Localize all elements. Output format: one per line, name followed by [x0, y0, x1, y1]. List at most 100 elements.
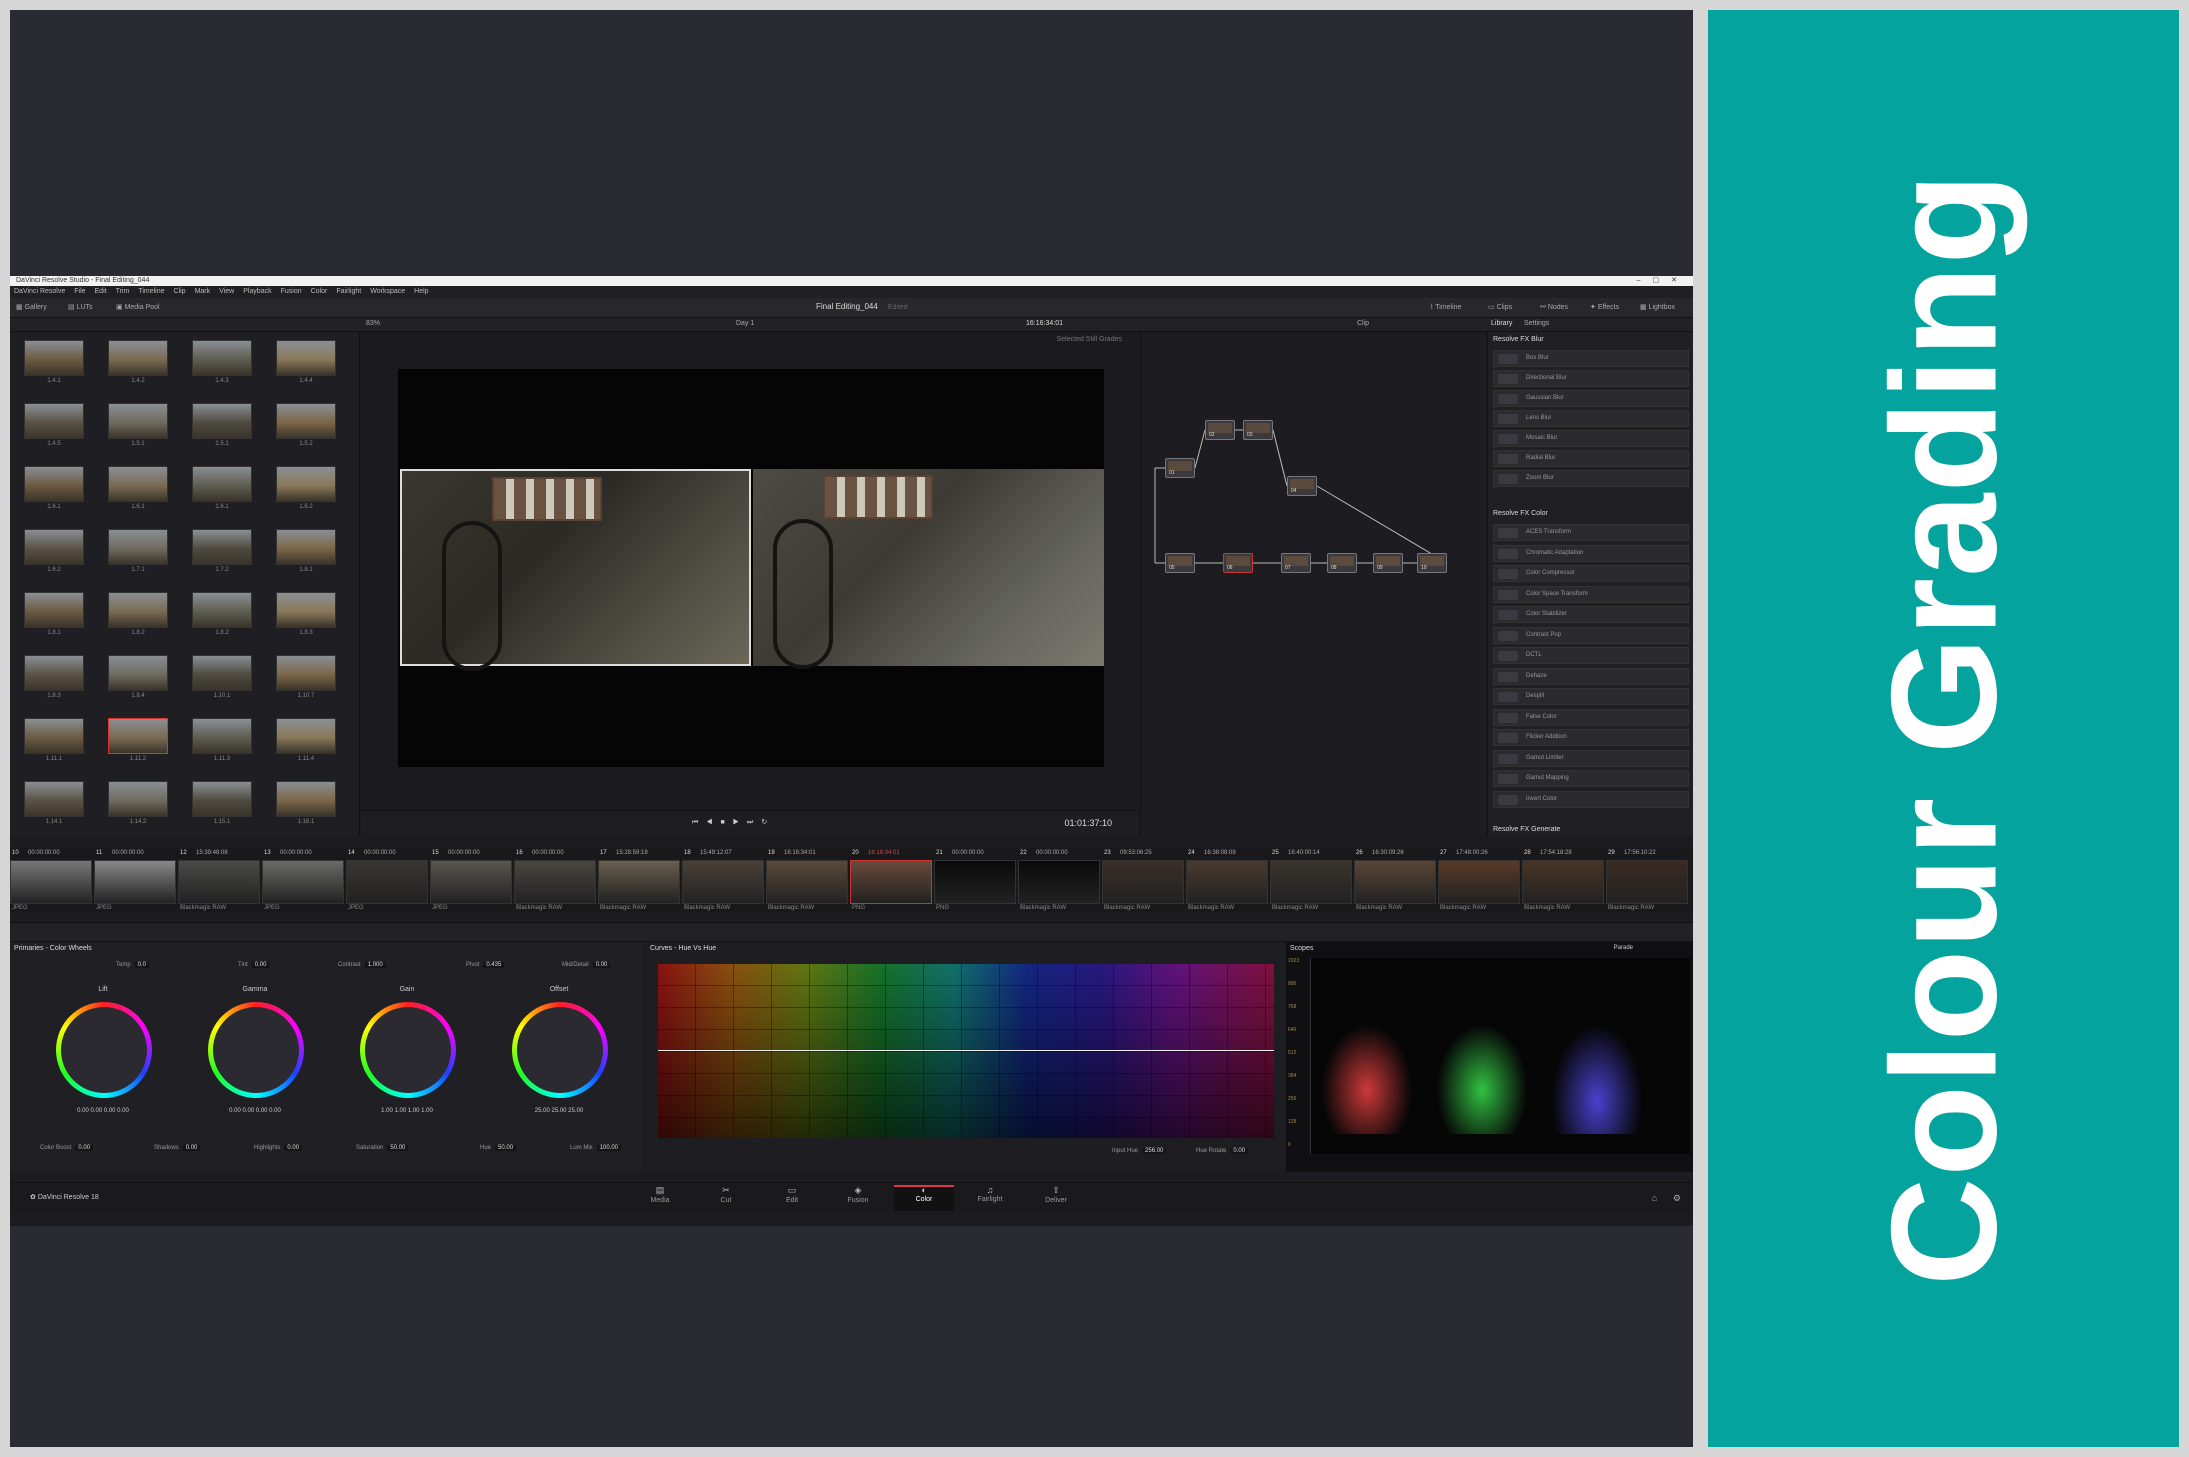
gallery-still[interactable]: [192, 781, 252, 817]
menu-item[interactable]: Edit: [95, 288, 107, 295]
gallery-still[interactable]: [192, 529, 252, 565]
timeline-clip[interactable]: [178, 860, 260, 904]
saturation-param[interactable]: Saturation 50.00: [356, 1145, 409, 1151]
node-06[interactable]: 06: [1223, 553, 1253, 573]
node-03[interactable]: 03: [1243, 420, 1273, 440]
timeline-clip[interactable]: [1018, 860, 1100, 904]
timeline-clip[interactable]: [682, 860, 764, 904]
contrast-param[interactable]: Contrast 1.000: [338, 962, 386, 968]
home-icon[interactable]: ⌂: [1652, 1193, 1657, 1203]
node-05[interactable]: 05: [1165, 553, 1195, 573]
gallery-still[interactable]: [24, 529, 84, 565]
menu-item[interactable]: File: [74, 288, 85, 295]
playback-buttons[interactable]: ⏮◀■▶⏭↻: [692, 818, 775, 827]
scope-mode-select[interactable]: Parade: [1614, 945, 1633, 951]
gallery-still[interactable]: [24, 718, 84, 754]
gallery-still[interactable]: [108, 718, 168, 754]
timeline-clip[interactable]: [10, 860, 92, 904]
gallery-still[interactable]: [192, 403, 252, 439]
gallery-still[interactable]: [276, 718, 336, 754]
timeline-select[interactable]: Day 1: [736, 320, 754, 327]
gallery-still[interactable]: [276, 529, 336, 565]
menu-item[interactable]: Workspace: [370, 288, 405, 295]
menu-item[interactable]: Mark: [195, 288, 211, 295]
gallery-still[interactable]: [24, 592, 84, 628]
node-04[interactable]: 04: [1287, 476, 1317, 496]
menu-item[interactable]: Playback: [243, 288, 271, 295]
offset-wheel[interactable]: Offset 25.00 25.00 25.00: [504, 986, 614, 1114]
effect-item[interactable]: Gaussian Blur: [1493, 390, 1689, 407]
gallery-still[interactable]: [108, 655, 168, 691]
timeline-clip[interactable]: [514, 860, 596, 904]
timeline-clip[interactable]: [1606, 860, 1688, 904]
curve-line[interactable]: [658, 1050, 1274, 1051]
highlights-param[interactable]: Highlights 0.00: [254, 1145, 303, 1151]
effect-item[interactable]: Color Stabilizer: [1493, 606, 1689, 623]
node-01[interactable]: 01: [1165, 458, 1195, 478]
temp-param[interactable]: Temp 0.0: [116, 962, 150, 968]
menu-item[interactable]: DaVinci Resolve: [14, 288, 65, 295]
hue-param[interactable]: Hue 50.00: [480, 1145, 517, 1151]
library-tab[interactable]: Library: [1491, 320, 1512, 327]
gallery-still[interactable]: [276, 403, 336, 439]
gallery-still[interactable]: [276, 592, 336, 628]
menu-item[interactable]: Help: [414, 288, 428, 295]
gallery-still[interactable]: [276, 781, 336, 817]
color-boost-param[interactable]: Color Boost 0.00: [40, 1145, 94, 1151]
gallery-still[interactable]: [24, 340, 84, 376]
effect-item[interactable]: Color Space Transform: [1493, 585, 1689, 603]
timeline-clip[interactable]: [1270, 860, 1352, 904]
gain-wheel[interactable]: Gain 1.00 1.00 1.00 1.00: [352, 986, 462, 1114]
menu-item[interactable]: Timeline: [138, 288, 164, 295]
timeline-clip[interactable]: [1522, 860, 1604, 904]
effect-item[interactable]: Chromatic Adaptation: [1493, 544, 1689, 562]
effect-item[interactable]: Gamut Mapping: [1493, 770, 1689, 787]
hue-rotate-param[interactable]: Hue Rotate 0.00: [1196, 1148, 1249, 1154]
node-10[interactable]: 10: [1417, 553, 1447, 573]
shadows-param[interactable]: Shadows 0.00: [154, 1145, 201, 1151]
gallery-still[interactable]: [192, 466, 252, 502]
gallery-still[interactable]: [108, 340, 168, 376]
timeline-clip[interactable]: [598, 860, 680, 904]
page-tab-deliver[interactable]: ⇪ Deliver: [1026, 1185, 1086, 1211]
node-09[interactable]: 09: [1373, 553, 1403, 573]
gallery-still[interactable]: [24, 781, 84, 817]
menu-item[interactable]: View: [219, 288, 234, 295]
timeline-clip[interactable]: [1102, 860, 1184, 904]
gallery-still[interactable]: [276, 655, 336, 691]
gallery-still[interactable]: [108, 529, 168, 565]
menu-item[interactable]: Fairlight: [336, 288, 361, 295]
page-tab-fairlight[interactable]: ♫ Fairlight: [960, 1185, 1020, 1211]
effect-item[interactable]: Flicker Addition: [1493, 729, 1689, 746]
page-tab-cut[interactable]: ✂ Cut: [696, 1185, 756, 1211]
gallery-still[interactable]: [192, 655, 252, 691]
gallery-still[interactable]: [108, 466, 168, 502]
settings-tab[interactable]: Settings: [1524, 320, 1549, 327]
node-07[interactable]: 07: [1281, 553, 1311, 573]
effect-item[interactable]: Lens Blur: [1493, 410, 1689, 427]
node-02[interactable]: 02: [1205, 420, 1235, 440]
gallery-still[interactable]: [24, 466, 84, 502]
effect-item[interactable]: Mosaic Blur: [1493, 430, 1689, 447]
timeline-button[interactable]: ⌇ Timeline: [1430, 303, 1461, 311]
timeline-clip[interactable]: [850, 860, 932, 904]
gallery-still[interactable]: [276, 340, 336, 376]
effect-item[interactable]: Directional Blur: [1493, 370, 1689, 387]
menu-item[interactable]: Fusion: [281, 288, 302, 295]
luts-button[interactable]: ▤ LUTs: [68, 303, 93, 311]
effect-item[interactable]: Radial Blur: [1493, 450, 1689, 467]
lift-wheel[interactable]: Lift 0.00 0.00 0.00 0.00: [48, 986, 158, 1114]
selected-still-grades[interactable]: Selected Still Grades: [1057, 336, 1122, 343]
effect-item[interactable]: ACES Transform: [1493, 524, 1689, 541]
effect-item[interactable]: Color Compressor: [1493, 565, 1689, 582]
timeline-clip[interactable]: [346, 860, 428, 904]
gear-icon[interactable]: ⚙: [1673, 1193, 1681, 1204]
gamma-wheel[interactable]: Gamma 0.00 0.00 0.00 0.00: [200, 986, 310, 1114]
effect-item[interactable]: Zoom Blur: [1493, 470, 1689, 487]
nodes-button[interactable]: ⚯ Nodes: [1540, 303, 1568, 311]
gallery-still[interactable]: [192, 340, 252, 376]
clips-button[interactable]: ▭ Clips: [1488, 303, 1512, 311]
effect-item[interactable]: DCTL: [1493, 647, 1689, 664]
menu-item[interactable]: Color: [311, 288, 328, 295]
timeline-clip[interactable]: [934, 860, 1016, 904]
